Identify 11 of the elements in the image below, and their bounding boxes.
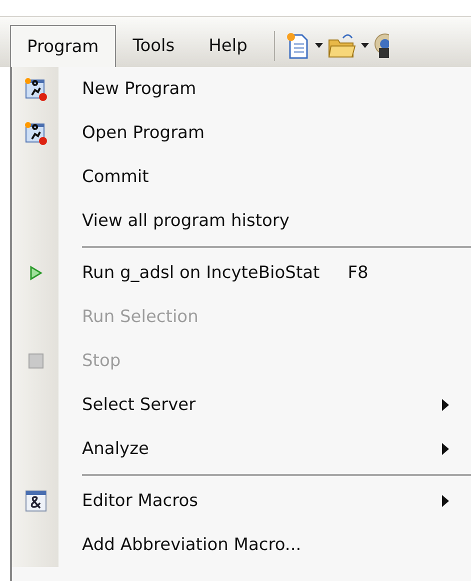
menu-tab[interactable]: Program — [10, 25, 116, 67]
program-icon — [23, 76, 49, 102]
menu-tab[interactable]: Tools — [116, 25, 192, 67]
disk-target-icon[interactable] — [373, 32, 390, 60]
caret-icon[interactable] — [361, 43, 370, 49]
ampersand-window-icon — [25, 490, 47, 512]
menu-tab[interactable]: Help — [192, 25, 264, 67]
program-icon — [23, 120, 49, 146]
play-icon — [29, 265, 43, 281]
caret-icon[interactable] — [315, 43, 324, 49]
stop-icon — [28, 353, 44, 369]
